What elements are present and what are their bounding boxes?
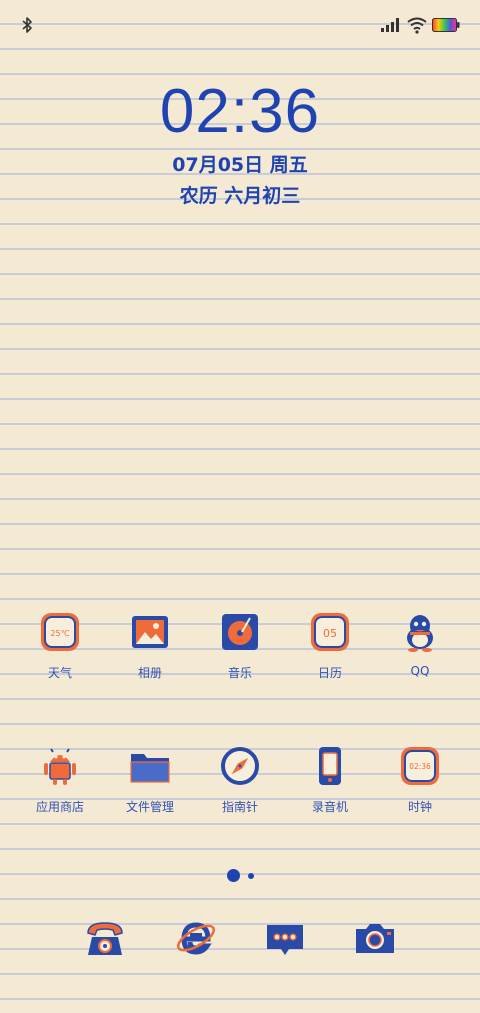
svg-text:05: 05 — [323, 627, 337, 640]
folder-icon — [130, 754, 170, 783]
svg-text:25℃: 25℃ — [50, 629, 69, 638]
camera-icon — [356, 924, 394, 953]
app-gallery[interactable]: 相册 — [105, 610, 195, 681]
page-dot-active[interactable] — [226, 869, 240, 882]
gallery-icon — [132, 616, 168, 648]
app-label: 日历 — [317, 666, 342, 680]
app-clock[interactable]: 02:36 时钟 — [375, 744, 465, 815]
compass-icon — [221, 747, 259, 785]
music-icon — [222, 614, 258, 650]
bluetooth-icon — [22, 17, 32, 33]
dock-messages[interactable] — [240, 915, 330, 961]
app-label: 文件管理 — [125, 800, 174, 814]
page-indicator — [0, 869, 480, 882]
app-compass[interactable]: 指南针 — [195, 744, 285, 815]
weather-icon: 25℃ — [41, 613, 79, 651]
messages-icon — [267, 925, 303, 955]
app-qq[interactable]: QQ — [375, 610, 465, 681]
app-label: 应用商店 — [35, 800, 84, 814]
phone-icon — [87, 922, 123, 955]
app-music[interactable]: 音乐 — [195, 610, 285, 681]
clock-icon: 02:36 — [401, 747, 439, 785]
app-label: QQ — [410, 664, 430, 678]
app-recorder[interactable]: 录音机 — [285, 744, 375, 815]
app-store[interactable]: 应用商店 — [15, 744, 105, 815]
lockscreen-date: 07月05日 周五 — [172, 154, 308, 176]
status-bar — [0, 0, 480, 50]
app-row-2: 应用商店 文件管理 指南针 录音机 02:36 时钟 — [15, 744, 465, 815]
signal-icon — [381, 18, 399, 32]
battery-icon — [432, 18, 460, 32]
lockscreen-lunar-date: 农历 六月初三 — [179, 185, 301, 207]
android-store-icon — [44, 748, 76, 785]
dock-phone[interactable] — [60, 915, 150, 961]
app-label: 天气 — [47, 666, 72, 680]
qq-penguin-icon — [407, 615, 433, 652]
app-calendar[interactable]: 05 日历 — [285, 610, 375, 681]
app-label: 指南针 — [221, 800, 258, 814]
app-label: 音乐 — [227, 666, 252, 680]
dock — [60, 915, 420, 961]
app-label: 相册 — [137, 666, 162, 680]
app-label: 录音机 — [311, 800, 348, 814]
dock-camera[interactable] — [330, 915, 420, 961]
dock-browser[interactable] — [150, 915, 240, 961]
lockscreen-time[interactable]: 02:36 — [0, 76, 480, 147]
wifi-icon — [407, 17, 427, 34]
svg-text:02:36: 02:36 — [409, 762, 431, 771]
app-row-1: 25℃ 天气 相册 音乐 05 日历 QQ — [15, 610, 465, 681]
app-label: 时钟 — [407, 800, 432, 814]
app-weather[interactable]: 25℃ 天气 — [15, 610, 105, 681]
page-dot[interactable] — [247, 872, 254, 879]
calendar-icon: 05 — [311, 613, 349, 651]
browser-icon — [176, 922, 216, 955]
app-file-manager[interactable]: 文件管理 — [105, 744, 195, 815]
recorder-icon — [319, 747, 341, 785]
